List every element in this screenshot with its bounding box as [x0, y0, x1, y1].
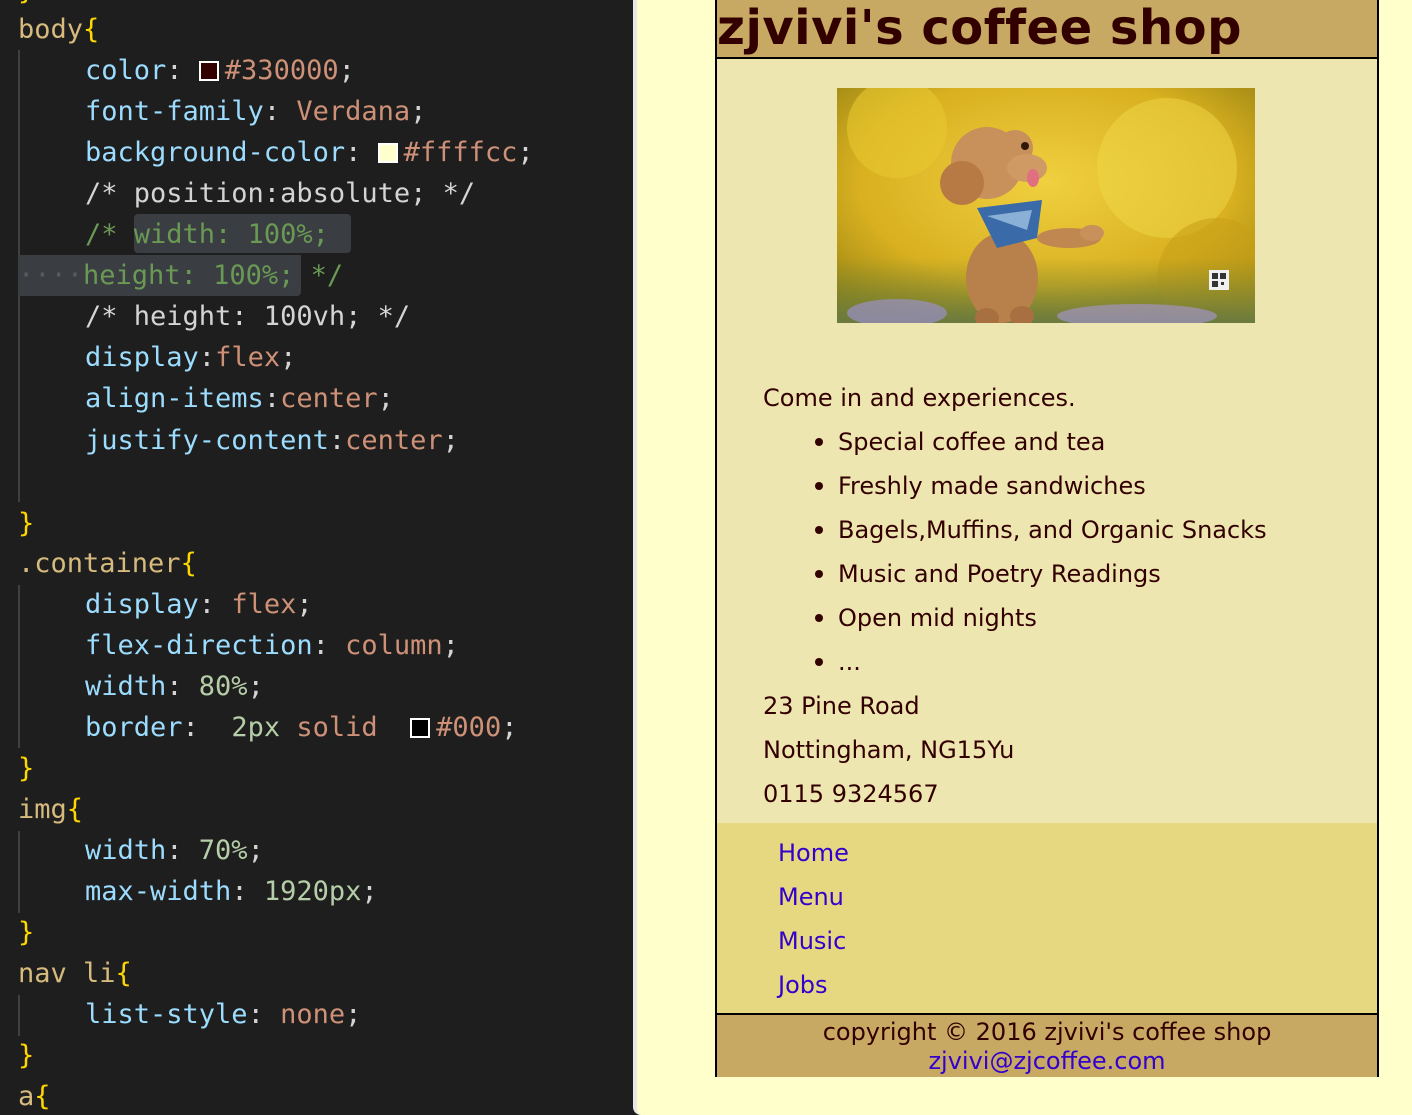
- code-comment: /* height: 100vh; */: [85, 301, 411, 332]
- list-item: Freshly made sandwiches: [763, 468, 1267, 512]
- code-line: nav li{: [18, 958, 132, 989]
- feature-list: Special coffee and tea Freshly made sand…: [763, 424, 1267, 688]
- indent-guide: [18, 831, 20, 913]
- code-line: display:flex;: [85, 342, 297, 373]
- code-line: a{: [18, 1081, 51, 1112]
- code-line: width: 70%;: [85, 835, 264, 866]
- indent-guide: [18, 585, 20, 748]
- code-line: width: 80%;: [85, 671, 264, 702]
- phone-number: 0115 9324567: [763, 780, 939, 808]
- code-line: background-color: #ffffcc;: [85, 137, 534, 168]
- nav-link-music[interactable]: Music: [778, 927, 846, 955]
- site-title: zjvivi's coffee shop: [717, 0, 1242, 56]
- code-line: color: #330000;: [85, 55, 355, 86]
- copyright-text: copyright © 2016 zjvivi's coffee shop: [822, 1018, 1272, 1046]
- code-comment: /* position:absolute; */: [85, 178, 476, 209]
- list-item: Bagels,Muffins, and Organic Snacks: [763, 512, 1267, 556]
- code-line: }: [18, 1040, 35, 1071]
- nav-link-home[interactable]: Home: [778, 839, 849, 867]
- code-line: max-width: 1920px;: [85, 876, 378, 907]
- hero-image: [837, 88, 1255, 323]
- code-line: }: [18, 917, 35, 948]
- code-line: display: flex;: [85, 589, 313, 620]
- list-item: ...: [763, 644, 1267, 688]
- code-line: img{: [18, 794, 84, 825]
- color-swatch[interactable]: [410, 718, 431, 738]
- address-line: 23 Pine Road: [763, 692, 920, 720]
- site-header: zjvivi's coffee shop: [717, 0, 1377, 59]
- code-line: }: [18, 753, 35, 784]
- indent-guide: [18, 995, 20, 1036]
- code-comment: ····height: 100%; */: [18, 260, 344, 291]
- nav-link-jobs[interactable]: Jobs: [778, 971, 828, 999]
- color-swatch[interactable]: [377, 143, 398, 163]
- color-swatch[interactable]: [198, 61, 219, 81]
- list-item: Special coffee and tea: [763, 424, 1267, 468]
- code-comment: /* width: 100%;: [85, 219, 329, 250]
- browser-preview[interactable]: zjvivi's coffee shop Come in and experie…: [633, 0, 1412, 1115]
- code-line: align-items:center;: [85, 383, 394, 414]
- code-line: flex-direction: column;: [85, 630, 459, 661]
- email-link[interactable]: zjvivi@zjcoffee.com: [717, 1047, 1377, 1075]
- code-line: body{: [18, 14, 100, 45]
- code-line: list-style: none;: [85, 999, 362, 1030]
- code-line: justify-content:center;: [85, 425, 459, 456]
- address-block: 23 Pine Road Nottingham, NG15Yu 0115 932…: [763, 688, 1014, 820]
- list-item: Music and Poetry Readings: [763, 556, 1267, 600]
- list-item: Open mid nights: [763, 600, 1267, 644]
- code-line: border: 2px solid #000;: [85, 712, 518, 743]
- page-container: zjvivi's coffee shop Come in and experie…: [715, 0, 1379, 1077]
- site-footer: copyright © 2016 zjvivi's coffee shop zj…: [717, 1013, 1377, 1077]
- address-line: Nottingham, NG15Yu: [763, 736, 1015, 764]
- nav-link-menu[interactable]: Menu: [778, 883, 844, 911]
- code-editor[interactable]: } body{ color: #330000; font-family: Ver…: [0, 0, 633, 1115]
- site-nav: Home Menu Music Jobs: [717, 823, 1377, 1013]
- code-line: }: [18, 508, 35, 539]
- code-line: .container{: [18, 548, 197, 579]
- dog-photo: [837, 88, 1255, 323]
- code-line: font-family: Verdana;: [85, 96, 427, 127]
- intro-text: Come in and experiences.: [763, 384, 1076, 412]
